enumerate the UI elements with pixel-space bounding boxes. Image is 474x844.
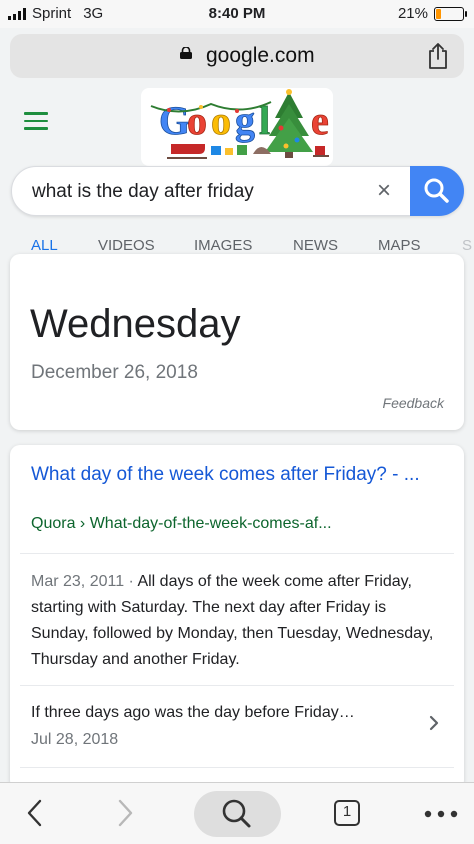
- result-title-link[interactable]: What day of the week comes after Friday?…: [31, 461, 441, 489]
- answer-card: Wednesday December 26, 2018 Feedback: [10, 254, 464, 430]
- tab-images[interactable]: IMAGES: [194, 237, 252, 254]
- search-result-card: What day of the week comes after Friday?…: [10, 445, 464, 790]
- url-domain: google.com: [206, 44, 315, 67]
- more-options-icon[interactable]: [424, 810, 458, 818]
- browser-toolbar: 1: [0, 782, 474, 844]
- answer-text: Wednesday: [30, 302, 241, 346]
- related-question[interactable]: If three days ago was the day before Fri…: [31, 704, 355, 722]
- svg-text:g: g: [235, 98, 255, 143]
- tab-all[interactable]: ALL: [31, 237, 58, 254]
- hamburger-menu-icon[interactable]: [24, 112, 48, 130]
- doodle-art: G o o g l e: [150, 89, 329, 159]
- share-icon[interactable]: [426, 42, 450, 70]
- battery-percent: 21%: [397, 5, 428, 22]
- search-submit-button[interactable]: [410, 166, 464, 216]
- divider: [20, 767, 454, 768]
- search-input[interactable]: what is the day after friday: [32, 181, 254, 203]
- status-bar: Sprint 3G 8:40 PM 21%: [0, 0, 474, 28]
- divider: [20, 553, 454, 554]
- lock-icon: [180, 47, 192, 59]
- svg-text:e: e: [311, 98, 329, 143]
- svg-text:o: o: [187, 98, 207, 143]
- google-doodle-logo[interactable]: G o o g l e: [141, 88, 333, 166]
- forward-icon[interactable]: [118, 799, 134, 827]
- doodle-lettering: G: [159, 98, 190, 143]
- tab-videos[interactable]: VIDEOS: [98, 237, 155, 254]
- result-breadcrumb[interactable]: Quora › What-day-of-the-week-comes-af...: [31, 515, 332, 533]
- clear-icon[interactable]: ×: [372, 177, 396, 205]
- address-bar[interactable]: google.com: [10, 34, 464, 78]
- answer-date: December 26, 2018: [31, 362, 198, 383]
- tab-shopping-partial[interactable]: S: [462, 237, 472, 254]
- snippet-date: Mar 23, 2011 ·: [31, 573, 138, 590]
- tab-count: 1: [342, 803, 352, 820]
- battery-icon: [434, 6, 467, 21]
- back-icon[interactable]: [26, 799, 42, 827]
- related-date: Jul 28, 2018: [31, 731, 119, 748]
- toolbar-search-button[interactable]: [194, 791, 281, 837]
- feedback-link[interactable]: Feedback: [383, 395, 444, 411]
- chevron-right-icon[interactable]: [428, 715, 440, 731]
- divider: [20, 685, 454, 686]
- search-box[interactable]: what is the day after friday ×: [11, 166, 464, 216]
- tabs-button[interactable]: 1: [333, 799, 361, 827]
- search-icon: [222, 799, 251, 828]
- search-icon: [424, 178, 449, 203]
- result-snippet: Mar 23, 2011 · All days of the week come…: [31, 569, 441, 673]
- tab-maps[interactable]: MAPS: [378, 237, 421, 254]
- tab-news[interactable]: NEWS: [293, 237, 338, 254]
